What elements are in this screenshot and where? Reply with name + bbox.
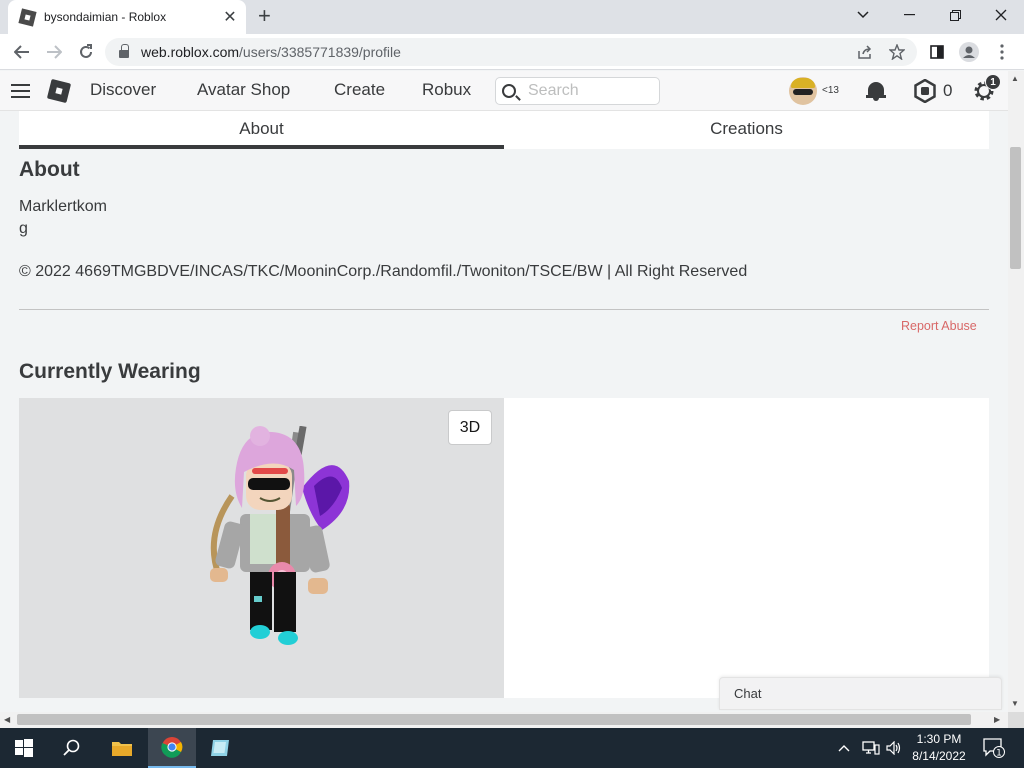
back-arrow-icon[interactable] — [8, 38, 36, 66]
browser-menu-icon[interactable] — [988, 38, 1016, 66]
roblox-header: Discover Avatar Shop Create Robux Search… — [0, 71, 1012, 111]
lock-icon[interactable] — [119, 44, 129, 58]
tab-creations[interactable]: Creations — [504, 111, 989, 149]
nav-create[interactable]: Create — [334, 80, 385, 100]
forward-arrow-icon[interactable] — [40, 38, 68, 66]
about-heading: About — [19, 158, 80, 181]
scroll-right-arrow-icon[interactable]: ▶ — [994, 715, 1000, 724]
browser-toolbar: web.roblox.com/users/3385771839/profile — [0, 34, 1024, 70]
wearing-items-panel — [504, 398, 989, 698]
scroll-down-arrow-icon[interactable]: ▼ — [1011, 699, 1019, 708]
url-host: web.roblox.com — [141, 44, 240, 60]
volume-icon[interactable] — [886, 728, 902, 768]
notifications-bell-icon[interactable] — [866, 80, 886, 102]
scroll-left-arrow-icon[interactable]: ◀ — [4, 715, 10, 724]
close-window-icon[interactable] — [978, 0, 1024, 30]
avatar-render-image — [210, 426, 350, 645]
nav-discover[interactable]: Discover — [90, 80, 156, 100]
hamburger-menu-icon[interactable] — [11, 84, 30, 98]
roblox-logo-icon[interactable] — [46, 78, 72, 104]
browser-tab-title: bysondaimian - Roblox — [44, 10, 167, 24]
robux-balance[interactable]: 0 — [943, 81, 952, 101]
scroll-up-arrow-icon[interactable]: ▲ — [1011, 74, 1019, 83]
toggle-3d-button[interactable]: 3D — [448, 410, 492, 445]
restore-icon[interactable] — [932, 0, 978, 30]
chrome-taskbar-icon[interactable] — [148, 728, 196, 768]
side-panel-icon[interactable] — [923, 38, 951, 66]
address-bar[interactable]: web.roblox.com/users/3385771839/profile — [105, 38, 917, 66]
profile-icon[interactable] — [955, 38, 983, 66]
search-icon — [502, 84, 516, 98]
file-explorer-icon[interactable] — [98, 728, 146, 768]
report-abuse-link[interactable]: Report Abuse — [901, 319, 977, 333]
action-center-icon[interactable]: 1 — [983, 728, 1005, 768]
browser-tab[interactable]: bysondaimian - Roblox ✕ — [8, 0, 246, 34]
windows-start-icon[interactable] — [0, 728, 48, 768]
user-avatar[interactable] — [789, 77, 817, 105]
age-label: <13 — [822, 85, 839, 96]
new-tab-button[interactable]: + — [258, 5, 271, 27]
reload-icon[interactable] — [72, 38, 100, 66]
nav-avatar-shop[interactable]: Avatar Shop — [197, 80, 290, 100]
close-tab-icon[interactable]: ✕ — [220, 7, 240, 27]
taskbar-clock[interactable]: 1:30 PM 8/14/2022 — [905, 731, 973, 765]
show-hidden-icons-icon[interactable] — [838, 728, 850, 768]
minimize-icon[interactable] — [886, 0, 932, 30]
taskbar-time: 1:30 PM — [916, 732, 962, 746]
network-icon[interactable] — [862, 728, 880, 768]
scrollbar-corner — [1008, 712, 1024, 728]
robux-icon[interactable] — [913, 78, 937, 104]
nav-robux[interactable]: Robux — [422, 80, 471, 100]
action-center-count: 1 — [996, 749, 1002, 759]
share-icon[interactable] — [857, 38, 873, 66]
vertical-scrollbar[interactable]: ▲ ▼ — [1008, 71, 1024, 712]
horizontal-scrollbar[interactable]: ◀ ▶ — [0, 712, 1008, 728]
taskbar-date: 8/14/2022 — [912, 749, 966, 763]
avatar-viewer[interactable]: 3D — [19, 398, 504, 698]
vertical-scroll-thumb[interactable] — [1010, 147, 1021, 269]
windows-taskbar: 1:30 PM 8/14/2022 1 — [0, 728, 1024, 768]
roblox-favicon-icon — [18, 7, 37, 27]
tab-about[interactable]: About — [19, 111, 504, 149]
search-placeholder: Search — [528, 82, 579, 99]
currently-wearing-heading: Currently Wearing — [19, 360, 201, 383]
app-taskbar-icon[interactable] — [196, 728, 244, 768]
about-copyright: © 2022 4669TMGBDVE/INCAS/TKC/MooninCorp.… — [19, 263, 748, 280]
url-path: /users/3385771839/profile — [239, 44, 401, 60]
taskbar-search-icon[interactable] — [48, 728, 96, 768]
tab-search-icon[interactable] — [840, 0, 886, 30]
chat-bar[interactable]: Chat — [719, 677, 1002, 710]
profile-tabs: About Creations — [19, 111, 989, 149]
horizontal-scroll-thumb[interactable] — [17, 714, 971, 725]
about-description: Marklertkom g — [19, 198, 108, 237]
section-divider — [19, 309, 989, 310]
bookmark-star-icon[interactable] — [889, 38, 905, 66]
settings-notification-badge: 1 — [985, 74, 1001, 90]
browser-tab-strip: bysondaimian - Roblox ✕ + — [0, 0, 1024, 34]
search-input[interactable]: Search — [495, 77, 660, 105]
